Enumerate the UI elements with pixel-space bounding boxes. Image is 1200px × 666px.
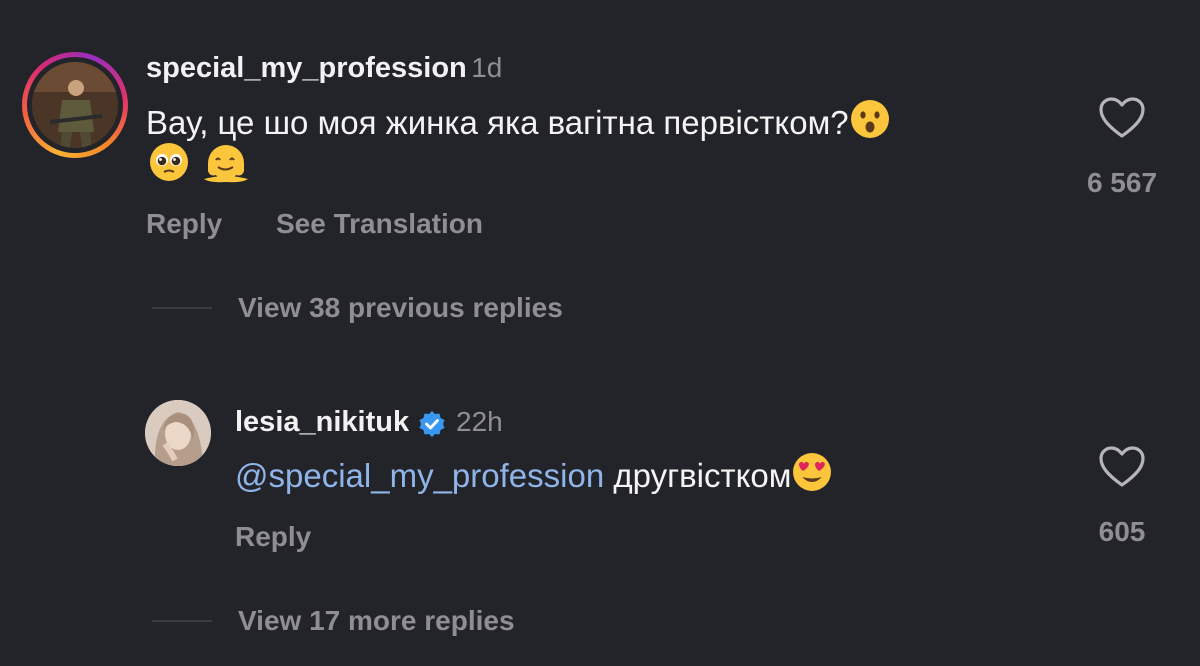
comment-emoji-row xyxy=(148,141,250,188)
pleading-face-emoji xyxy=(148,141,190,188)
see-translation-button[interactable]: See Translation xyxy=(276,208,483,240)
hushed-face-emoji xyxy=(849,98,891,153)
reply-button[interactable]: Reply xyxy=(146,208,222,240)
reply-time: 22h xyxy=(456,406,503,437)
like-count: 6 567 xyxy=(1086,167,1158,198)
replies-divider xyxy=(152,620,212,622)
comment-body: Вау, це шо моя жинка яка вагітна первіст… xyxy=(146,104,849,142)
comment-username[interactable]: special_my_profession xyxy=(146,52,467,84)
reply-like-count: 605 xyxy=(1098,516,1146,547)
like-button[interactable] xyxy=(1098,96,1146,145)
mention-link[interactable]: @special_my_profession xyxy=(235,457,604,494)
verified-badge-icon xyxy=(418,410,446,443)
comment-header: special_my_profession 1d xyxy=(146,52,502,85)
reply-body: другвістком xyxy=(613,457,792,495)
melting-face-emoji xyxy=(202,141,250,188)
avatar-story-ring[interactable] xyxy=(22,52,128,158)
comment-time: 1d xyxy=(471,52,503,83)
view-previous-replies-button[interactable]: View 38 previous replies xyxy=(238,292,563,324)
reply-reply-button[interactable]: Reply xyxy=(235,521,311,553)
heart-icon xyxy=(1099,446,1145,487)
comment-text: Вау, це шо моя жинка яка вагітна первіст… xyxy=(146,98,1046,153)
reply-text: @special_my_profession другвістком xyxy=(235,451,1055,506)
view-more-replies-button[interactable]: View 17 more replies xyxy=(238,605,515,637)
reply-header: lesia_nikituk 22h xyxy=(235,406,503,443)
replies-divider xyxy=(152,307,212,309)
avatar xyxy=(32,62,118,148)
heart-icon xyxy=(1099,97,1145,138)
reply-username[interactable]: lesia_nikituk xyxy=(235,406,409,438)
reply-avatar[interactable] xyxy=(145,400,211,466)
reply-like-button[interactable] xyxy=(1098,445,1146,494)
heart-eyes-emoji xyxy=(791,451,833,506)
